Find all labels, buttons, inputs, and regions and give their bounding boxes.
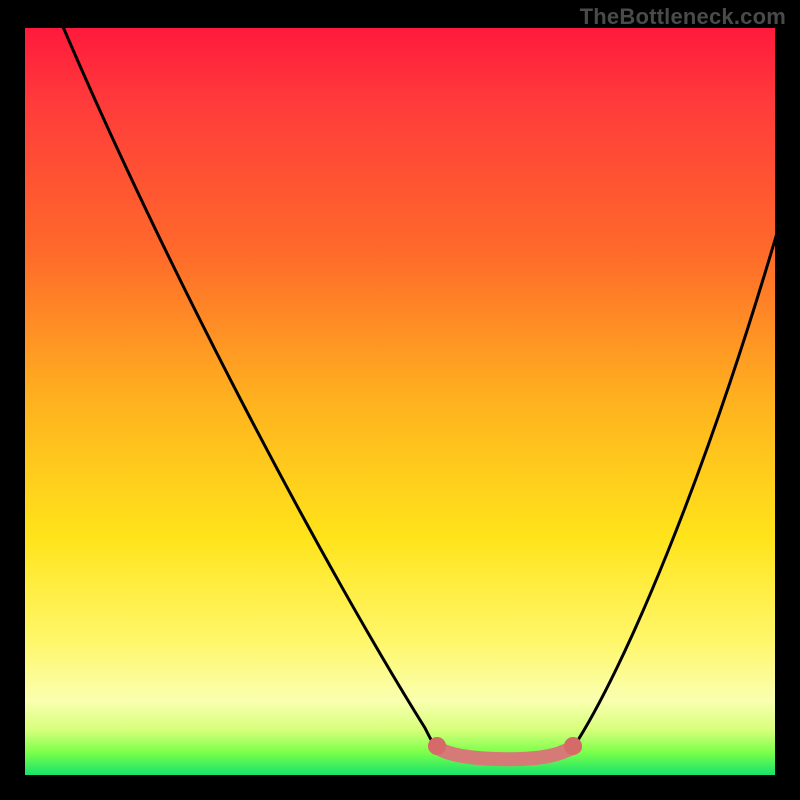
left-curve <box>55 8 437 748</box>
flat-endpoint-right <box>564 737 582 755</box>
curve-layer <box>25 28 775 775</box>
right-curve <box>573 233 777 748</box>
chart-frame: TheBottleneck.com <box>0 0 800 800</box>
flat-optimum-segment <box>435 746 575 759</box>
watermark-text: TheBottleneck.com <box>580 4 786 30</box>
flat-endpoint-left <box>428 737 446 755</box>
plot-area <box>25 28 775 775</box>
